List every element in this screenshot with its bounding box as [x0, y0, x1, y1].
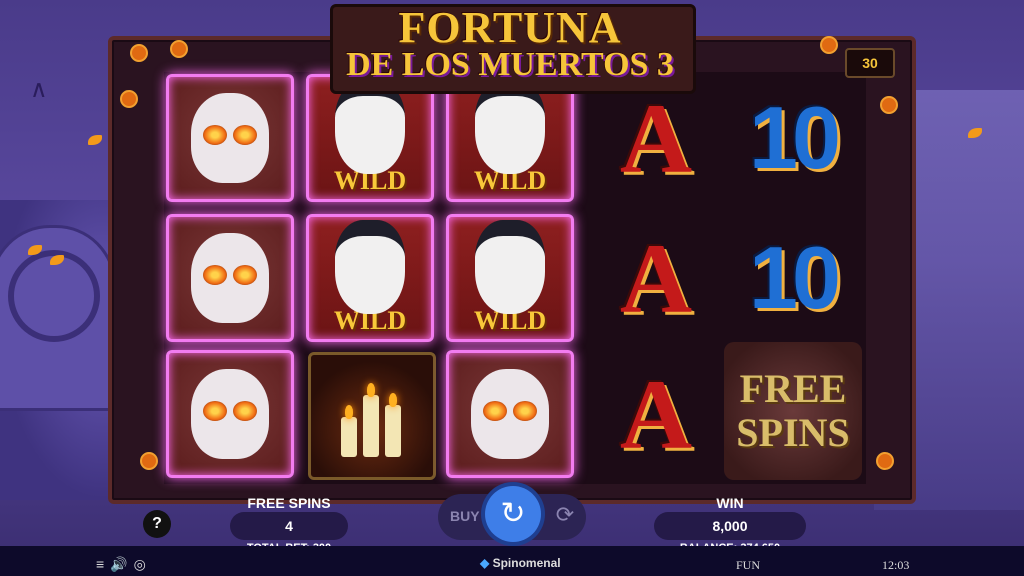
footer-icons: ≡🔊◎	[96, 556, 152, 573]
candle	[363, 395, 379, 457]
clock: 12:03	[882, 558, 910, 572]
flame-icon	[367, 383, 375, 397]
skull-eye	[233, 265, 257, 285]
skull-eye	[203, 125, 227, 145]
symbol-ace: A	[592, 350, 720, 478]
marigold-decoration	[876, 452, 894, 470]
turbo-icon[interactable]: ◎	[134, 556, 152, 572]
ace-label: A	[619, 82, 693, 194]
marigold-decoration	[130, 44, 148, 62]
free-spins-word-1: FREE	[739, 366, 847, 411]
marigold-decoration	[880, 96, 898, 114]
marigold-decoration	[120, 90, 138, 108]
multiplier-badge: 30	[845, 48, 895, 78]
skull-eye	[233, 125, 257, 145]
autoplay-icon: ⟳	[555, 502, 575, 527]
marigold-decoration	[170, 40, 188, 58]
win-title: WIN	[716, 495, 744, 511]
symbol-skull	[166, 74, 294, 202]
catrina-face	[335, 80, 405, 174]
ace-label: A	[619, 358, 693, 470]
flame-icon	[345, 405, 353, 419]
mode-label: FUN	[736, 558, 761, 572]
win-amount: 8,000	[654, 512, 806, 540]
game-title-line2: DE LOS MUERTOS 3	[346, 46, 674, 83]
menu-icon[interactable]: ≡	[96, 556, 110, 572]
catrina-face	[475, 80, 545, 174]
ace-label: A	[619, 222, 693, 334]
skull-eye	[203, 401, 227, 421]
symbol-wild: WILD	[446, 214, 574, 342]
flame-icon	[389, 393, 397, 407]
symbol-ace: A	[592, 214, 720, 342]
skull-eye	[233, 401, 257, 421]
marigold-decoration	[820, 36, 838, 54]
ten-label: 10	[749, 88, 841, 187]
candle	[341, 417, 357, 457]
catrina-face	[335, 220, 405, 314]
symbol-skull	[166, 214, 294, 342]
free-spins-word-2: SPINS	[736, 410, 850, 455]
symbol-wild: WILD	[306, 214, 434, 342]
marigold-decoration	[140, 452, 158, 470]
ten-label: 10	[749, 228, 841, 327]
buy-button[interactable]: BUY	[450, 508, 480, 524]
brand-logo: ◆ Spinomenal	[480, 556, 561, 570]
symbol-ten: 10	[728, 214, 856, 342]
brand-logo-icon: ◆	[480, 556, 490, 570]
skull-face	[471, 369, 549, 459]
free-spins-counter: 4	[230, 512, 348, 540]
falling-leaf	[88, 135, 102, 145]
autoplay-button[interactable]: ⟳	[550, 500, 580, 530]
candle	[385, 405, 401, 457]
skull-eye	[513, 401, 537, 421]
brand-name: Spinomenal	[492, 556, 561, 570]
bat-icon: ∧	[30, 76, 48, 103]
skull-eye	[483, 401, 507, 421]
skull-face	[191, 233, 269, 323]
symbol-skull	[446, 350, 574, 478]
sound-icon[interactable]: 🔊	[110, 556, 133, 572]
skull-face	[191, 369, 269, 459]
free-spins-title: FREE SPINS	[247, 495, 331, 511]
symbol-candles	[308, 352, 436, 480]
skull-eye	[203, 265, 227, 285]
help-button[interactable]: ?	[143, 510, 171, 538]
spin-icon: ↻	[500, 497, 526, 530]
symbol-ten: 10	[728, 74, 856, 202]
spin-button[interactable]: ↻	[485, 486, 541, 542]
catrina-face	[475, 220, 545, 314]
symbol-skull	[166, 350, 294, 478]
symbol-free-spins: FREE SPINS	[724, 342, 862, 480]
skull-face	[191, 93, 269, 183]
